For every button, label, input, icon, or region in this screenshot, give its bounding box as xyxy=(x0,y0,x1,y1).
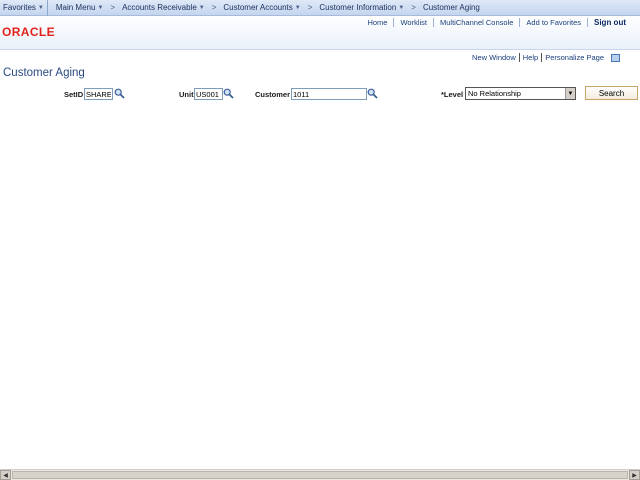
setid-label: SetID xyxy=(64,90,84,99)
lookup-search-icon[interactable] xyxy=(367,88,378,99)
help-link[interactable]: Help xyxy=(518,53,541,62)
top-navigation-bar: Favorites ▼ Main Menu ▼ > Accounts Recei… xyxy=(0,0,640,16)
scroll-left-icon[interactable]: ◀ xyxy=(0,470,11,480)
chevron-down-icon: ▼ xyxy=(97,4,104,11)
favorites-label: Favorites xyxy=(3,3,36,12)
oracle-logo: ORACLE xyxy=(2,25,56,39)
sign-out-link[interactable]: Sign out xyxy=(587,18,632,27)
level-selected-value: No Relationship xyxy=(468,89,521,98)
add-to-favorites-link[interactable]: Add to Favorites xyxy=(519,18,587,27)
level-label: *Level xyxy=(441,90,464,99)
breadcrumb-accounts-receivable[interactable]: Accounts Receivable ▼ xyxy=(119,0,208,16)
personalize-page-link[interactable]: Personalize Page xyxy=(541,53,607,62)
customer-input[interactable] xyxy=(291,88,367,100)
chevron-down-icon: ▼ xyxy=(198,4,205,11)
page-tools: New Window Help Personalize Page xyxy=(469,53,620,62)
breadcrumb-label: Accounts Receivable xyxy=(122,3,197,12)
search-button[interactable]: Search xyxy=(585,86,638,100)
breadcrumb-label: Customer Accounts xyxy=(223,3,293,12)
main-menu[interactable]: Main Menu ▼ xyxy=(48,0,107,16)
setid-input[interactable] xyxy=(84,88,113,100)
page-layout-icon[interactable] xyxy=(611,53,620,62)
customer-label: Customer xyxy=(255,90,291,99)
new-window-link[interactable]: New Window xyxy=(469,53,519,62)
lookup-search-icon[interactable] xyxy=(114,88,125,99)
breadcrumb-customer-information[interactable]: Customer Information ▼ xyxy=(316,0,407,16)
horizontal-scrollbar[interactable]: ◀ ▶ xyxy=(0,469,640,480)
breadcrumb-customer-accounts[interactable]: Customer Accounts ▼ xyxy=(220,0,303,16)
breadcrumb-label: Customer Information xyxy=(319,3,397,12)
header-band: ORACLE Home Worklist MultiChannel Consol… xyxy=(0,16,640,50)
breadcrumb-separator-icon: > xyxy=(110,3,116,12)
breadcrumb-label: Customer Aging xyxy=(422,3,480,12)
level-select[interactable]: No Relationship ▼ xyxy=(465,87,576,100)
main-menu-label: Main Menu xyxy=(55,3,96,12)
favorites-menu[interactable]: Favorites ▼ xyxy=(0,0,48,16)
unit-label: Unit xyxy=(179,90,194,99)
chevron-down-icon: ▼ xyxy=(294,4,301,11)
worklist-link[interactable]: Worklist xyxy=(393,18,433,27)
scrollbar-thumb[interactable] xyxy=(12,471,628,479)
breadcrumb-separator-icon: > xyxy=(211,3,217,12)
breadcrumb-separator-icon: > xyxy=(307,3,313,12)
header-links: Home Worklist MultiChannel Console Add t… xyxy=(361,17,632,28)
lookup-search-icon[interactable] xyxy=(223,88,234,99)
home-link[interactable]: Home xyxy=(361,18,393,27)
scroll-right-icon[interactable]: ▶ xyxy=(629,470,640,480)
page-title: Customer Aging xyxy=(3,67,85,79)
dropdown-arrow-icon[interactable]: ▼ xyxy=(565,88,575,99)
breadcrumb-separator-icon: > xyxy=(411,3,416,12)
breadcrumb-customer-aging: Customer Aging xyxy=(420,0,483,16)
chevron-down-icon: ▼ xyxy=(398,4,405,11)
unit-input[interactable] xyxy=(194,88,223,100)
multichannel-console-link[interactable]: MultiChannel Console xyxy=(433,18,519,27)
chevron-down-icon: ▼ xyxy=(37,4,44,11)
